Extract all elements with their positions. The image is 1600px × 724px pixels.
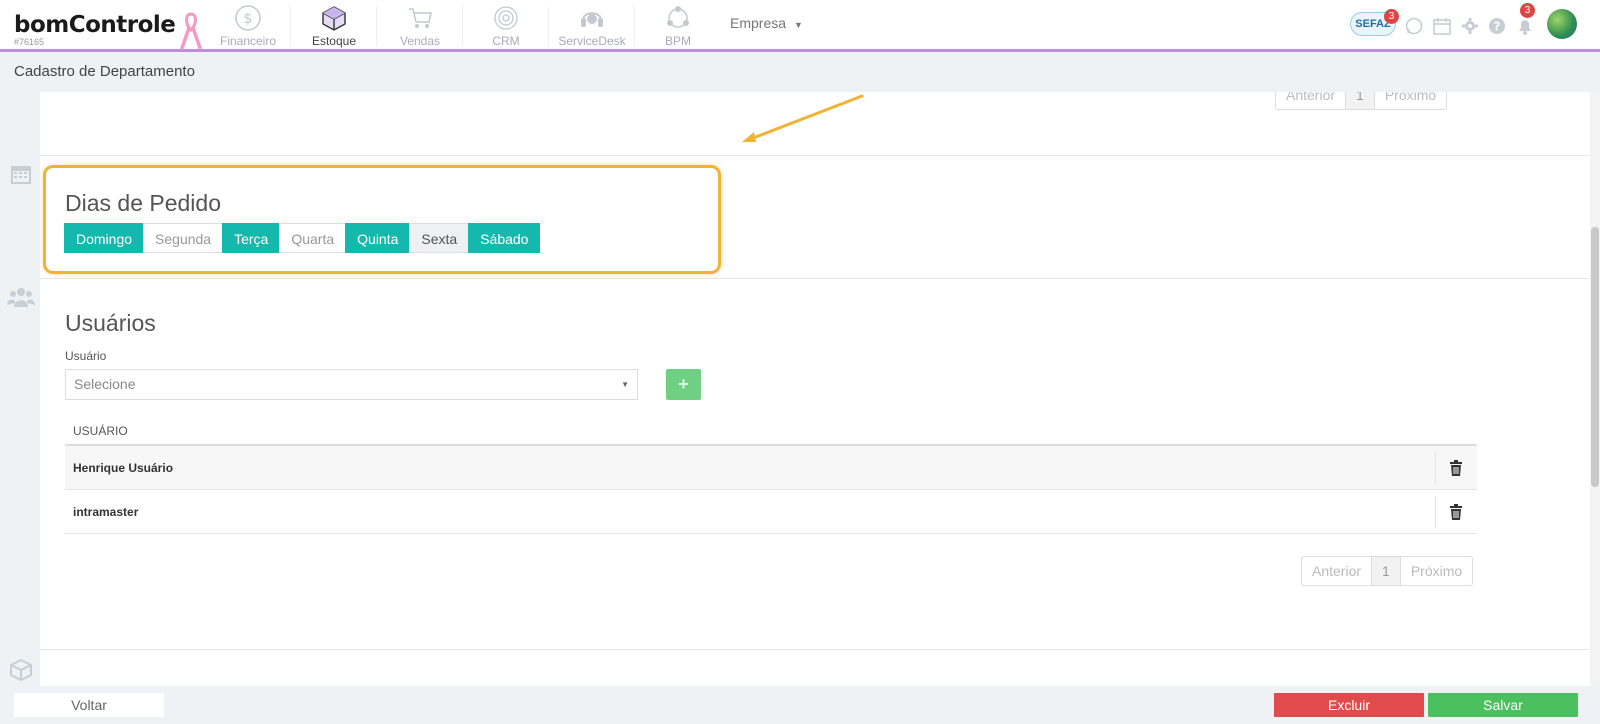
pager-next[interactable]: Próximo <box>1375 92 1446 109</box>
nav-vendas[interactable]: Vendas <box>378 4 462 48</box>
nav-label: BPM <box>664 34 691 48</box>
caret-down-icon: ▼ <box>621 380 629 389</box>
pink-ribbon-icon <box>180 12 202 50</box>
calendar-icon[interactable] <box>1432 16 1452 36</box>
usuario-select[interactable]: Selecione ▼ <box>65 369 638 400</box>
annotation-highlight-box <box>43 165 721 274</box>
pager-next[interactable]: Próximo <box>1401 557 1472 585</box>
trash-icon[interactable] <box>1449 460 1463 476</box>
table-row: Henrique Usuário <box>65 446 1477 490</box>
sefaz-badge: 3 <box>1384 9 1399 24</box>
pagination-bottom: Anterior 1 Próximo <box>1301 556 1474 586</box>
headset-icon <box>581 12 603 27</box>
gear-icon[interactable] <box>1460 16 1480 36</box>
pager-current[interactable]: 1 <box>1346 92 1375 109</box>
dollar-circle-icon: $ <box>235 5 261 31</box>
nav-label: Vendas <box>399 34 441 48</box>
divider <box>40 649 1590 650</box>
svg-text:?: ? <box>1494 20 1501 34</box>
user-name: intramaster <box>73 505 139 519</box>
pager-prev[interactable]: Anterior <box>1302 557 1373 585</box>
pagination-top: Anterior 1 Próximo <box>1275 92 1448 110</box>
divider <box>40 278 1590 279</box>
box-icon <box>322 6 346 31</box>
nav-label: CRM <box>492 34 520 48</box>
nav-servicedesk[interactable]: ServiceDesk <box>550 4 634 48</box>
delete-button[interactable]: Excluir <box>1274 693 1424 717</box>
select-placeholder: Selecione <box>74 376 136 392</box>
box-icon <box>10 658 32 682</box>
save-button[interactable]: Salvar <box>1428 693 1578 717</box>
help-icon[interactable]: ? <box>1487 16 1507 36</box>
empresa-dropdown[interactable]: Empresa ▼ <box>730 15 803 31</box>
nav-label: Estoque <box>311 34 357 48</box>
annotation-arrow <box>742 94 864 142</box>
column-header-usuario: USUÁRIO <box>65 416 1477 446</box>
top-navbar: bomControle #76165 $ Financeiro Estoque … <box>0 0 1600 52</box>
section-title-usuarios: Usuários <box>65 310 156 336</box>
cart-icon <box>409 8 432 28</box>
nav-bpm[interactable]: BPM <box>636 4 720 48</box>
network-icon <box>667 6 689 28</box>
nav-label: Financeiro <box>219 34 277 48</box>
account-id: #76165 <box>14 37 45 47</box>
page-title: Cadastro de Departamento <box>14 63 195 80</box>
scrollbar[interactable] <box>1590 92 1600 686</box>
row-actions <box>1435 452 1477 484</box>
table-row: intramaster <box>65 490 1477 534</box>
trash-icon[interactable] <box>1449 504 1463 520</box>
nav-crm[interactable]: CRM <box>464 4 548 48</box>
usuario-field-label: Usuário <box>65 349 107 363</box>
whatsapp-icon[interactable] <box>1404 16 1424 36</box>
users-table: USUÁRIO Henrique Usuário intramaster <box>65 416 1477 534</box>
row-actions <box>1435 496 1477 528</box>
svg-text:$: $ <box>244 11 253 27</box>
pager-prev[interactable]: Anterior <box>1276 92 1347 109</box>
brand-logo[interactable]: bomControle <box>14 12 176 38</box>
footer-bar: Voltar Excluir Salvar <box>0 686 1600 724</box>
target-icon <box>494 6 518 30</box>
scrollbar-thumb[interactable] <box>1591 227 1599 487</box>
notifications-badge: 3 <box>1520 3 1535 18</box>
nav-estoque[interactable]: Estoque <box>292 4 376 48</box>
back-button[interactable]: Voltar <box>14 693 164 717</box>
user-name: Henrique Usuário <box>73 461 174 475</box>
empresa-label: Empresa <box>730 15 787 31</box>
add-user-button[interactable]: + <box>666 369 701 400</box>
bell-icon[interactable] <box>1515 16 1535 36</box>
calendar-icon <box>11 166 31 184</box>
divider <box>40 155 1590 156</box>
users-icon <box>7 288 35 307</box>
caret-down-icon: ▼ <box>794 20 803 30</box>
nav-label: ServiceDesk <box>558 34 626 48</box>
avatar[interactable] <box>1547 9 1577 39</box>
nav-financeiro[interactable]: $ Financeiro <box>206 4 290 48</box>
pager-current[interactable]: 1 <box>1372 557 1401 585</box>
